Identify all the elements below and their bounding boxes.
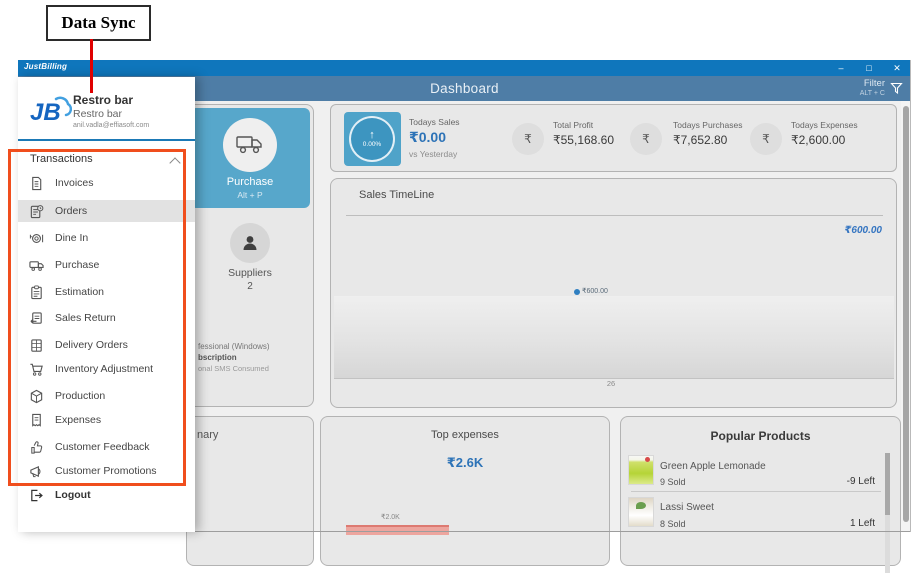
summary-card: nary xyxy=(186,416,314,566)
rupee-glyph: ₹ xyxy=(762,132,770,146)
app-logo: JustBilling xyxy=(24,62,67,71)
total-profit-value: ₹55,168.60 xyxy=(553,133,614,147)
filter-control[interactable]: Filter ALT + C xyxy=(860,78,885,98)
todays-purchases-label: Todays Purchases xyxy=(673,120,742,130)
filter-funnel-icon[interactable] xyxy=(890,82,903,95)
stats-summary-card: ↑ 0.00% Todays Sales ₹0.00 vs Yesterday … xyxy=(330,104,897,172)
y-axis-max-label: ₹600.00 xyxy=(844,225,882,236)
window-right-border xyxy=(910,60,911,532)
jb-logo: JB xyxy=(26,89,72,129)
chart-plot-area xyxy=(334,296,894,379)
todays-purchases-value: ₹7,652.80 xyxy=(673,133,727,147)
sales-trend-badge: ↑ 0.00% xyxy=(349,116,395,162)
subscription-line3: onal SMS Consumed xyxy=(198,364,269,373)
up-arrow-icon: ↑ xyxy=(369,129,375,141)
product-divider xyxy=(631,491,881,492)
rupee-icon: ₹ xyxy=(512,123,544,155)
todays-sales-subtext: vs Yesterday xyxy=(409,149,457,159)
x-axis-tick-label: 26 xyxy=(331,379,891,388)
garnish-decoration xyxy=(645,457,650,462)
minimize-button[interactable]: – xyxy=(835,60,847,76)
summary-title-fragment: nary xyxy=(197,429,218,441)
chart-data-point[interactable] xyxy=(574,289,580,295)
products-scrollbar-thumb[interactable] xyxy=(885,453,890,515)
data-sync-callout: Data Sync xyxy=(46,5,151,41)
todays-sales-label: Todays Sales xyxy=(409,117,460,127)
popular-products-title: Popular Products xyxy=(621,429,900,443)
todays-expenses-label: Todays Expenses xyxy=(791,120,858,130)
business-subtitle: Restro bar xyxy=(73,108,122,120)
business-name: Restro bar xyxy=(73,93,133,107)
top-expenses-total: ₹2.6K xyxy=(321,455,609,471)
purchase-truck-icon xyxy=(223,118,277,172)
main-scrollbar-thumb[interactable] xyxy=(903,106,909,522)
product-left: -9 Left xyxy=(847,476,875,487)
data-sync-callout-label: Data Sync xyxy=(61,13,135,33)
subscription-line2: bscription xyxy=(198,353,237,362)
titlebar: JustBilling – □ ✕ xyxy=(18,60,911,76)
total-profit-label: Total Profit xyxy=(553,120,593,130)
purchase-tile-shortcut: Alt + P xyxy=(190,190,310,200)
quick-actions-card: Purchase Alt + P Suppliers 2 fessional (… xyxy=(186,104,314,407)
product-sold: 8 Sold xyxy=(660,519,686,529)
window-controls: – □ ✕ xyxy=(835,60,903,76)
product-image xyxy=(628,497,654,527)
close-button[interactable]: ✕ xyxy=(891,60,903,76)
sales-timeline-title: Sales TimeLine xyxy=(359,189,434,201)
todays-sales-accent-tile: ↑ 0.00% xyxy=(344,112,401,166)
suppliers-count: 2 xyxy=(187,281,313,292)
suppliers-person-icon xyxy=(230,223,270,263)
chart-point-label: ₹600.00 xyxy=(582,287,608,295)
expense-bar[interactable] xyxy=(346,525,449,535)
top-expenses-title: Top expenses xyxy=(321,429,609,441)
purchase-quick-tile[interactable]: Purchase Alt + P xyxy=(190,108,310,208)
product-sold: 9 Sold xyxy=(660,477,686,487)
svg-text:JB: JB xyxy=(30,99,61,126)
logout-label: Logout xyxy=(55,489,91,501)
business-email: anil.vadla@effiasoft.com xyxy=(73,122,149,129)
todays-sales-value: ₹0.00 xyxy=(409,129,446,146)
product-name[interactable]: Green Apple Lemonade xyxy=(660,461,766,472)
transactions-annotation-rectangle xyxy=(8,149,186,486)
product-left: 1 Left xyxy=(850,518,875,529)
data-sync-callout-line xyxy=(90,39,93,93)
expense-bar-label: ₹2.0K xyxy=(381,513,400,521)
popular-products-card: Popular Products Green Apple Lemonade 9 … xyxy=(620,416,901,566)
chart-divider xyxy=(346,215,883,216)
rupee-glyph: ₹ xyxy=(642,132,650,146)
logout-icon xyxy=(28,487,44,503)
top-expenses-card: Top expenses ₹2.6K ₹2.0K xyxy=(320,416,610,566)
sidebar-divider xyxy=(18,139,195,141)
suppliers-label[interactable]: Suppliers xyxy=(187,267,313,279)
rupee-glyph: ₹ xyxy=(524,132,532,146)
product-name[interactable]: Lassi Sweet xyxy=(660,502,714,513)
leaf-decoration xyxy=(636,502,646,509)
rupee-icon: ₹ xyxy=(750,123,782,155)
filter-shortcut: ALT + C xyxy=(860,89,885,98)
sales-percent: 0.00% xyxy=(363,141,381,149)
sales-timeline-card: Sales TimeLine ₹600.00 ₹600.00 26 xyxy=(330,178,897,408)
maximize-button[interactable]: □ xyxy=(863,60,875,76)
subscription-line1: fessional (Windows) xyxy=(198,342,270,351)
product-image xyxy=(628,455,654,485)
purchase-tile-label: Purchase xyxy=(190,176,310,188)
todays-expenses-value: ₹2,600.00 xyxy=(791,133,845,147)
filter-label: Filter xyxy=(860,78,885,89)
logout-button[interactable]: Logout xyxy=(18,484,195,506)
rupee-icon: ₹ xyxy=(630,123,662,155)
